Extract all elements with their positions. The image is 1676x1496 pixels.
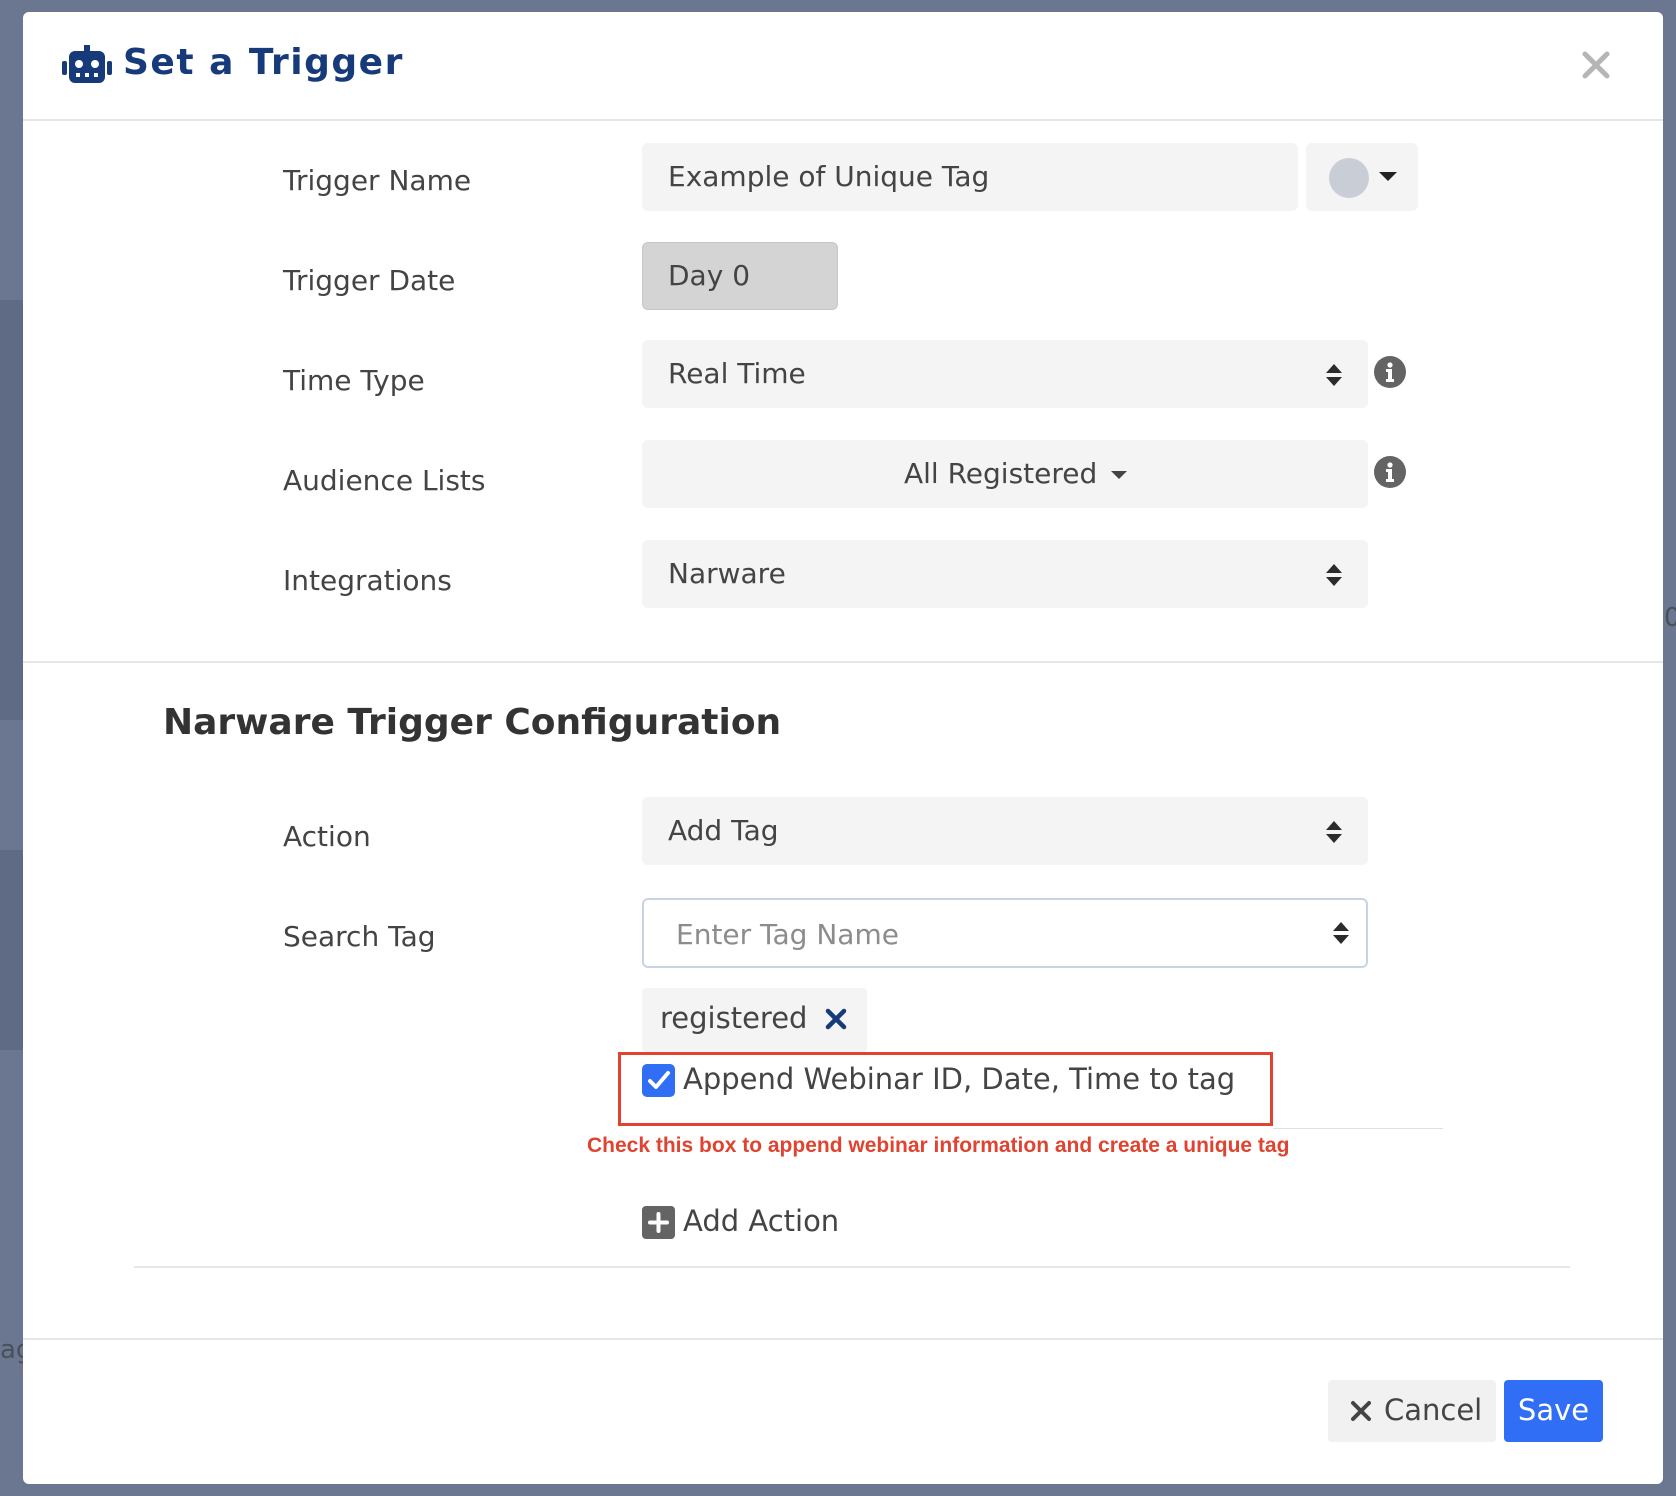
append-checkbox[interactable]	[642, 1064, 675, 1097]
sort-caret-icon	[1326, 364, 1342, 386]
integrations-select[interactable]: Narware	[642, 540, 1368, 608]
trigger-name-label: Trigger Name	[283, 164, 472, 197]
cancel-label: Cancel	[1384, 1393, 1483, 1427]
trigger-name-field[interactable]: Example of Unique Tag	[642, 143, 1298, 211]
info-icon[interactable]	[1374, 456, 1406, 488]
set-trigger-modal: Set a Trigger Trigger Name Example of Un…	[23, 12, 1663, 1484]
integrations-label: Integrations	[283, 564, 452, 597]
checkmark-icon	[648, 1071, 670, 1089]
action-select[interactable]: Add Tag	[642, 797, 1368, 865]
plus-icon	[642, 1206, 675, 1239]
search-tag-label: Search Tag	[283, 920, 436, 953]
append-checkbox-label[interactable]: Append Webinar ID, Date, Time to tag	[683, 1062, 1235, 1096]
save-label: Save	[1517, 1393, 1590, 1427]
backdrop-strip	[0, 300, 23, 720]
remove-tag-icon[interactable]	[825, 1008, 847, 1030]
cancel-button[interactable]: Cancel	[1328, 1380, 1496, 1442]
footer-divider	[23, 1338, 1663, 1340]
trigger-name-value: Example of Unique Tag	[668, 160, 990, 193]
modal-header: Set a Trigger	[23, 12, 1663, 121]
caret-down-icon	[1111, 471, 1127, 479]
save-button[interactable]: Save	[1504, 1380, 1603, 1442]
audience-lists-label: Audience Lists	[283, 464, 486, 497]
trigger-date-field: Day 0	[642, 242, 838, 310]
robot-icon	[62, 45, 112, 83]
search-tag-combobox[interactable]	[642, 898, 1368, 968]
section-divider	[134, 1266, 1570, 1268]
integrations-value: Narware	[668, 557, 786, 590]
trigger-date-value: Day 0	[668, 259, 751, 292]
section-title: Narware Trigger Configuration	[163, 702, 782, 743]
section-divider	[23, 661, 1663, 663]
audience-lists-dropdown[interactable]: All Registered	[642, 440, 1368, 508]
search-tag-input[interactable]	[674, 914, 1298, 954]
close-icon	[1351, 1401, 1371, 1421]
caret-down-icon	[1379, 172, 1397, 181]
modal-title: Set a Trigger	[123, 42, 404, 83]
row-divider	[1273, 1128, 1443, 1129]
close-icon[interactable]	[1579, 48, 1613, 82]
tag-chip-label: registered	[660, 1001, 808, 1035]
audience-lists-value: All Registered	[904, 457, 1098, 490]
time-type-value: Real Time	[668, 357, 806, 390]
action-value: Add Tag	[668, 814, 779, 847]
color-swatch	[1329, 158, 1369, 198]
info-icon[interactable]	[1374, 356, 1406, 388]
time-type-select[interactable]: Real Time	[642, 340, 1368, 408]
backdrop-strip	[0, 850, 23, 1050]
action-label: Action	[283, 820, 371, 853]
sort-caret-icon	[1326, 821, 1342, 843]
backdrop-edge-text: 0	[1664, 603, 1676, 633]
annotation-note: Check this box to append webinar informa…	[587, 1134, 1290, 1157]
time-type-label: Time Type	[283, 364, 425, 397]
sort-caret-icon	[1333, 922, 1349, 944]
tag-chip: registered	[642, 988, 867, 1052]
color-picker-button[interactable]	[1306, 143, 1418, 211]
trigger-date-label: Trigger Date	[283, 264, 456, 297]
sort-caret-icon	[1326, 564, 1342, 586]
add-action-label: Add Action	[683, 1204, 840, 1238]
